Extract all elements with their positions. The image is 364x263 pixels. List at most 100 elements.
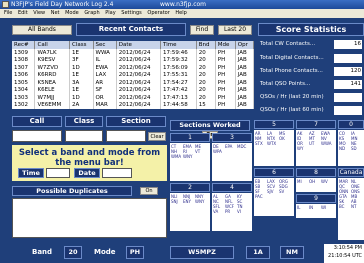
time-input[interactable] (46, 168, 70, 178)
section-va[interactable]: VA (213, 209, 225, 214)
possible-duplicates-label: Possible Duplicates (12, 186, 132, 196)
section-wv[interactable]: WV (321, 179, 333, 184)
stat-phone: Total Phone Contacts... 120 (258, 66, 364, 78)
table-row[interactable]: 1306 K6RRD 1E LAX 2012/06/24 17:55:31 20 PH JAB (12, 71, 255, 79)
col-time[interactable]: Time (160, 41, 197, 49)
section-input[interactable] (106, 130, 146, 142)
cell-call: K6ELE (34, 86, 71, 94)
col-call[interactable]: Call (34, 41, 71, 49)
cell-class: 3A (69, 79, 94, 87)
col-date[interactable]: Date (116, 41, 162, 49)
table-row[interactable]: 1307 W7ZVD 1D EWA 2012/06/24 17:56:09 20 PH JAB (12, 64, 255, 72)
section-il[interactable]: IL (297, 205, 309, 210)
date-label: Date (74, 168, 100, 178)
duplicates-list[interactable] (12, 198, 167, 238)
stat-value: 16 (334, 40, 362, 49)
section-sd[interactable]: SD (351, 146, 363, 151)
clear-button[interactable]: Clear (148, 132, 166, 141)
cell-sec: WWA (93, 49, 117, 57)
section-wi[interactable]: WI (321, 205, 333, 210)
section-wy[interactable]: WY (297, 146, 309, 151)
col-mde[interactable]: Mde (215, 41, 236, 49)
section-nt[interactable]: NT (351, 204, 363, 209)
table-row[interactable]: 1303 W7MJJ 1D OR 2012/06/24 17:47:13 20 PH JAB (12, 94, 255, 102)
section-stx[interactable]: STX (255, 141, 267, 146)
district-9-sections: IL IN WI (296, 204, 336, 218)
district-8-header: 8 (296, 168, 336, 177)
district-3-sections: DE EPA MDCWPA (212, 143, 252, 181)
section-wny[interactable]: WNY (183, 154, 195, 159)
section-mdc[interactable]: MDC (237, 144, 249, 149)
district-4-header: 4 (212, 183, 252, 192)
section-ok[interactable]: OK (279, 136, 291, 141)
section-wtx[interactable]: WTX (267, 141, 279, 146)
title-bar: N3FJP's Field Day Network Log 2.4 www.n3… (0, 0, 364, 9)
cell-mde: PH (215, 101, 236, 109)
class-input[interactable] (65, 130, 103, 142)
district-canada-sections: MAR NLQC ONEONN ONSGTA MBSK ABBC NT (338, 178, 364, 240)
cell-class: 1D (69, 64, 94, 72)
menu-mode[interactable]: Mode (65, 10, 79, 16)
table-row[interactable]: 1309 WA7LK 1E WWA 2012/06/24 17:59:46 20 PH JAB (12, 49, 255, 57)
cell-rec: 1305 (12, 79, 36, 87)
band-value[interactable]: 20 (64, 246, 82, 259)
operator-value[interactable]: W5MPZ (170, 246, 234, 259)
menu-view[interactable]: View (33, 10, 45, 16)
section-eny[interactable]: ENY (183, 199, 195, 204)
find-button[interactable]: Find (190, 25, 214, 35)
mode-label: Mode (94, 248, 116, 256)
menu-operator[interactable]: Operator (147, 10, 169, 16)
section-vt[interactable]: VT (195, 149, 207, 154)
cell-rec: 1307 (12, 64, 36, 72)
menu-settings[interactable]: Settings (121, 10, 142, 16)
cell-class: 2A (69, 101, 94, 109)
section-epa[interactable]: EPA (225, 144, 237, 149)
section-snj[interactable]: SNJ (171, 199, 183, 204)
menu-file[interactable]: File (4, 10, 12, 16)
section-pr[interactable]: PR (225, 209, 237, 214)
section-in[interactable]: IN (309, 205, 321, 210)
date-input[interactable] (102, 168, 132, 178)
section-pac[interactable]: PAC (255, 194, 267, 199)
menu-help[interactable]: Help (175, 10, 186, 16)
app-icon (2, 1, 9, 8)
menu-net[interactable]: Net (51, 10, 60, 16)
section-sv[interactable]: SV (279, 189, 291, 194)
all-bands-button[interactable]: All Bands (12, 25, 72, 35)
stat-label: Total CW Contacts... (260, 41, 316, 47)
section-vi[interactable]: VI (237, 209, 249, 214)
col-rec[interactable]: Rec# (12, 41, 36, 49)
section-bc[interactable]: BC (339, 204, 351, 209)
menu-play[interactable]: Play (105, 10, 115, 16)
section-sjv[interactable]: SJV (267, 189, 279, 194)
window-title: N3FJP's Field Day Network Log 2.4 (11, 1, 114, 8)
section-oh[interactable]: OH (309, 179, 321, 184)
section-ut[interactable]: UT (309, 141, 321, 146)
section-wwa[interactable]: WWA (321, 141, 333, 146)
last-20-button[interactable]: Last 20 (218, 25, 252, 35)
section-nd[interactable]: ND (339, 146, 351, 151)
section-wma[interactable]: WMA (171, 154, 183, 159)
col-class[interactable]: Class (69, 41, 94, 49)
menu-edit[interactable]: Edit (18, 10, 28, 16)
mode-value[interactable]: PH (126, 246, 144, 259)
col-opr[interactable]: Opr (235, 41, 255, 49)
table-row[interactable]: 1304 K6ELE 1E SF 2012/06/24 17:47:42 20 PH JAB (12, 86, 255, 94)
section-wpa[interactable]: WPA (213, 149, 225, 154)
col-sec[interactable]: Sec (93, 41, 117, 49)
district-0-header: 0 (338, 120, 364, 129)
table-row[interactable]: 1308 K9ESV 3F IL 2012/06/24 17:59:32 20 PH JAB (12, 56, 255, 64)
duplicates-on-button[interactable]: On (140, 187, 158, 195)
cell-date: 2012/06/24 (116, 94, 162, 102)
table-row[interactable]: 1305 K5NEA 3A AR 2012/06/24 17:54:27 20 PH JAB (12, 79, 255, 87)
col-bnd[interactable]: Bnd (196, 41, 216, 49)
class-value[interactable]: 1A (246, 246, 270, 259)
call-input[interactable] (12, 130, 62, 142)
cell-mde: PH (215, 49, 236, 57)
section-wny[interactable]: WNY (195, 199, 207, 204)
section-mi[interactable]: MI (297, 179, 309, 184)
recent-contacts-table: Rec# Call Class Sec Date Time Bnd Mde Op… (12, 41, 255, 109)
table-row[interactable]: 1302 VE6EMM 2A MAR 2012/06/24 17:44:58 15 PH JAB (12, 101, 255, 109)
section-value[interactable]: NM (280, 246, 304, 259)
menu-graph[interactable]: Graph (84, 10, 99, 16)
